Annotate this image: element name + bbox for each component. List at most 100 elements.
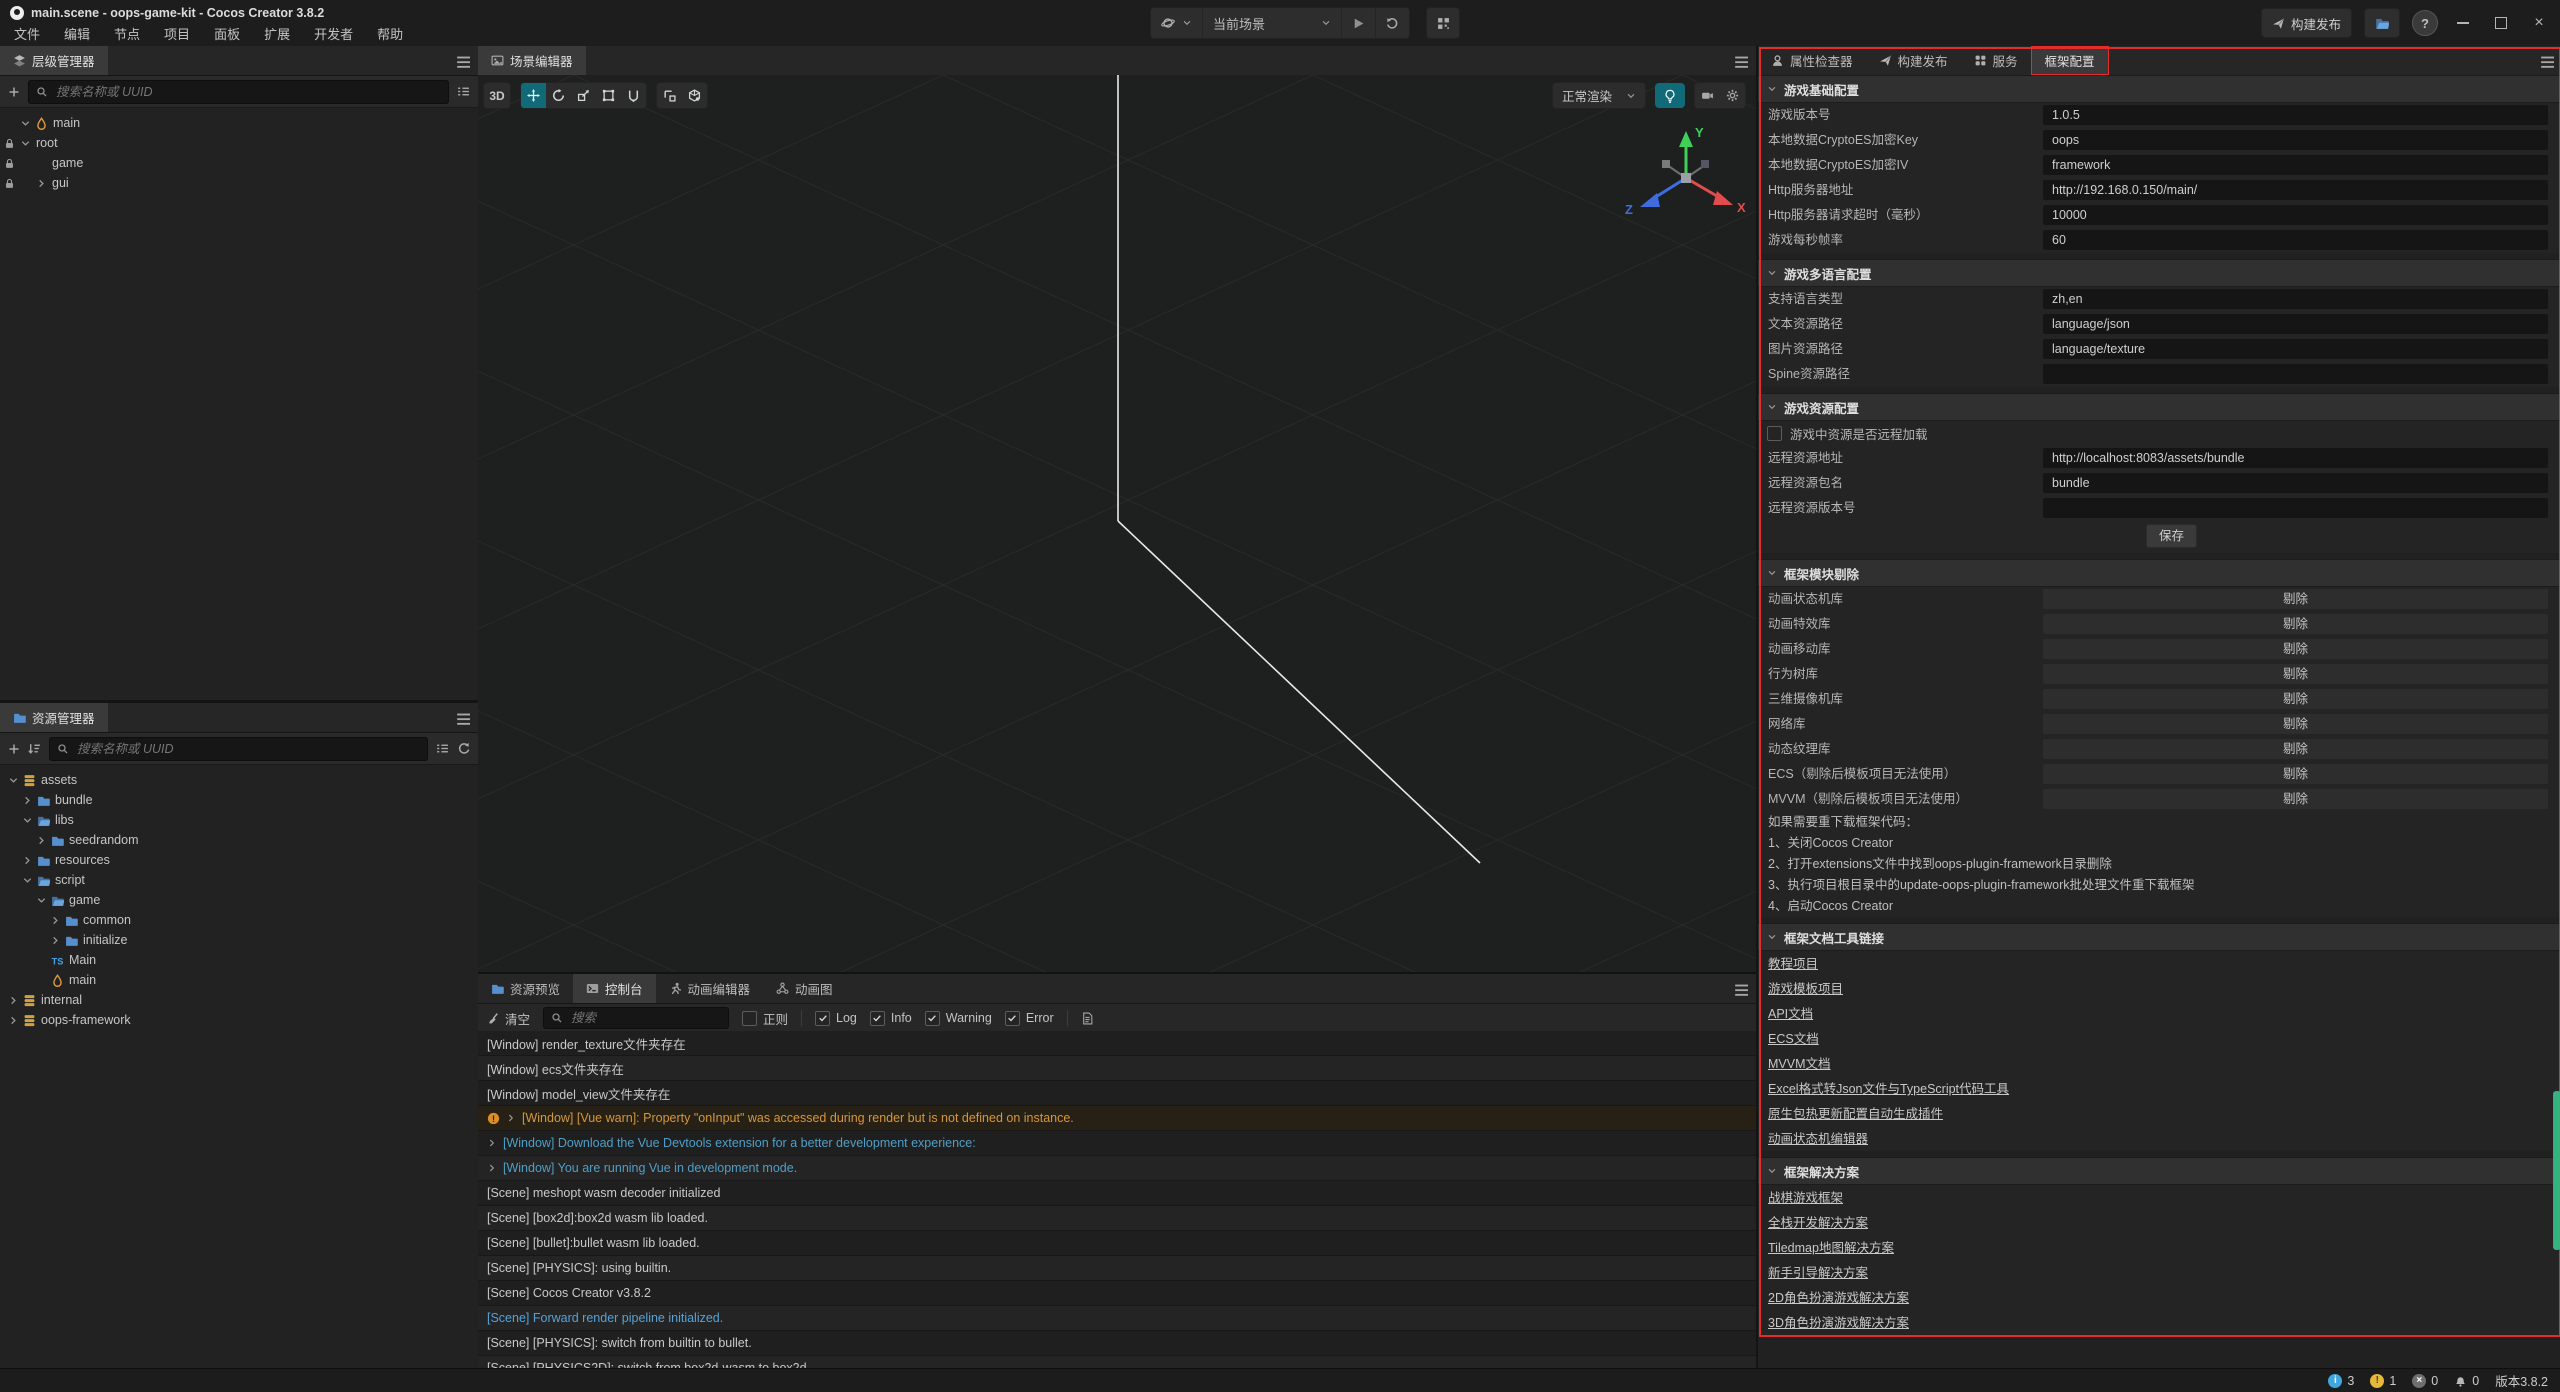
chevron-down-icon[interactable] [20,815,35,826]
log-row[interactable]: [Scene] meshopt wasm decoder initialized [478,1181,1756,1206]
log-row[interactable]: [Scene] [PHYSICS]: using builtin. [478,1256,1756,1281]
status-warnings[interactable]: ! 1 [2370,1374,2396,1388]
remove-module-button[interactable]: 剔除 [2043,639,2548,659]
tree-node-resources[interactable]: resources [0,850,478,870]
expand-chevron-icon[interactable] [487,1138,497,1148]
add-asset-button[interactable] [8,743,20,755]
chevron-right-icon[interactable] [20,795,35,806]
log-row[interactable]: [Scene] Forward render pipeline initiali… [478,1306,1756,1331]
scale-tool-button[interactable] [571,83,596,108]
doc-link[interactable]: 游戏模板项目 [1768,982,1843,996]
axis-gizmo[interactable]: X Y Z [1623,117,1753,237]
tab-框架配置[interactable]: 框架配置 [2031,46,2109,75]
chevron-down-icon[interactable] [20,875,35,886]
tree-node-common[interactable]: common [0,910,478,930]
chevron-down-icon[interactable] [18,118,33,129]
chevron-right-icon[interactable] [34,178,49,189]
rect-tool-button[interactable] [596,83,621,108]
field-input[interactable]: bundle [2043,473,2548,493]
checkbox-游戏中资源是否远程加载[interactable]: 游戏中资源是否远程加载 [1758,421,2560,446]
remove-module-button[interactable]: 剔除 [2043,614,2548,634]
doc-link[interactable]: Tiledmap地图解决方案 [1768,1241,1894,1255]
remove-module-button[interactable]: 剔除 [2043,739,2548,759]
log-row[interactable]: ![Window] [Vue warn]: Property "onInput"… [478,1106,1756,1131]
field-input[interactable] [2043,364,2548,384]
tab-scene-editor[interactable]: 场景编辑器 [478,46,586,75]
remove-module-button[interactable]: 剔除 [2043,689,2548,709]
console-menu-icon[interactable] [1734,982,1748,996]
regex-checkbox[interactable]: 正则 [742,1009,788,1028]
tab-assets[interactable]: 资源管理器 [0,703,108,732]
doc-link[interactable]: 动画状态机编辑器 [1768,1132,1868,1146]
chevron-right-icon[interactable] [48,915,63,926]
log-row[interactable]: [Scene] [PHYSICS2D]: switch from box2d-w… [478,1356,1756,1368]
log-row[interactable]: [Scene] [PHYSICS]: switch from builtin t… [478,1331,1756,1356]
doc-link[interactable]: 新手引导解决方案 [1768,1266,1868,1280]
scene-menu-icon[interactable] [1734,54,1748,68]
log-row[interactable]: [Scene] [box2d]:box2d wasm lib loaded. [478,1206,1756,1231]
menu-item-3[interactable]: 项目 [152,24,202,46]
chevron-right-icon[interactable] [34,835,49,846]
menu-item-4[interactable]: 面板 [202,24,252,46]
chevron-right-icon[interactable] [48,935,63,946]
chevron-down-icon[interactable] [34,895,49,906]
minimize-button[interactable] [2450,10,2476,36]
tree-node-libs[interactable]: libs [0,810,478,830]
doc-link[interactable]: 全栈开发解决方案 [1768,1216,1868,1230]
remove-module-button[interactable]: 剔除 [2043,664,2548,684]
doc-link[interactable]: 原生包热更新配置自动生成插件 [1768,1107,1943,1121]
console-search[interactable] [543,1007,729,1029]
render-mode-select[interactable]: 正常渲染 [1552,82,1646,109]
filter-icon[interactable] [436,742,449,755]
tree-node-script[interactable]: script [0,870,478,890]
sort-icon[interactable] [28,742,41,755]
tree-node-game[interactable]: game [0,153,478,173]
doc-link[interactable]: 3D角色扮演游戏解决方案 [1768,1316,1909,1330]
tree-node-oops-framework[interactable]: oops-framework [0,1010,478,1030]
preview-target-button[interactable] [1151,8,1203,38]
field-input[interactable]: oops [2043,130,2548,150]
field-input[interactable]: http://192.168.0.150/main/ [2043,180,2548,200]
remove-module-button[interactable]: 剔除 [2043,714,2548,734]
camera-settings-button[interactable] [1695,83,1720,108]
field-input[interactable]: 10000 [2043,205,2548,225]
log-row[interactable]: [Window] ecs文件夹存在 [478,1056,1756,1081]
tab-动画编辑器[interactable]: 动画编辑器 [656,974,764,1003]
hierarchy-menu-icon[interactable] [456,54,470,68]
field-input[interactable] [2043,498,2548,518]
inspector-menu-icon[interactable] [2540,54,2554,68]
pivot-toggle-button[interactable] [657,83,682,108]
status-notifications[interactable]: 0 [2454,1374,2479,1388]
gizmo-tool-button[interactable] [621,83,646,108]
field-input[interactable]: http://localhost:8083/assets/bundle [2043,448,2548,468]
field-input[interactable]: language/json [2043,314,2548,334]
log-row[interactable]: [Window] Download the Vue Devtools exten… [478,1131,1756,1156]
assets-search[interactable] [49,737,428,761]
help-button[interactable]: ? [2412,10,2438,36]
console-search-input[interactable] [569,1010,721,1026]
section-header[interactable]: 游戏基础配置 [1758,75,2560,103]
move-tool-button[interactable] [521,83,546,108]
status-info[interactable]: i 3 [2328,1374,2354,1388]
reload-button[interactable] [1376,8,1409,38]
menu-item-7[interactable]: 帮助 [365,24,415,46]
remove-module-button[interactable]: 剔除 [2043,589,2548,609]
tree-node-Main[interactable]: TSMain [0,950,478,970]
doc-link[interactable]: API文档 [1768,1007,1813,1021]
rotate-tool-button[interactable] [546,83,571,108]
build-publish-button[interactable]: 构建发布 [2261,8,2352,38]
tree-node-main[interactable]: main [0,970,478,990]
tree-node-game[interactable]: game [0,890,478,910]
expand-chevron-icon[interactable] [506,1113,516,1123]
menu-item-1[interactable]: 编辑 [52,24,102,46]
log-row[interactable]: [Window] render_texture文件夹存在 [478,1031,1756,1056]
section-header[interactable]: 游戏资源配置 [1758,393,2560,421]
hierarchy-search-input[interactable] [54,84,441,100]
tree-node-gui[interactable]: gui [0,173,478,193]
menu-item-0[interactable]: 文件 [2,24,52,46]
log-file-icon[interactable] [1081,1012,1094,1025]
remove-module-button[interactable]: 剔除 [2043,764,2548,784]
tree-node-root[interactable]: root [0,133,478,153]
tab-hierarchy[interactable]: 层级管理器 [0,46,108,75]
menu-item-6[interactable]: 开发者 [302,24,365,46]
